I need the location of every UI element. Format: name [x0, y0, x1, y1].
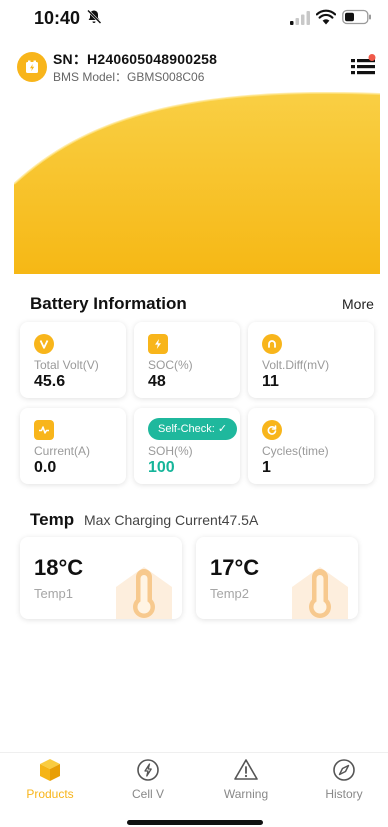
temp-name: Temp1: [34, 586, 74, 601]
card-soc[interactable]: SOC(%) 48: [134, 322, 240, 398]
battery-box-icon: [26, 60, 38, 73]
volt-diff-icon: [262, 334, 282, 354]
lightning-icon: [148, 334, 168, 354]
bms-model: BMS Model：GBMS008C06: [53, 70, 205, 84]
card-value: 0.0: [34, 459, 57, 476]
status-time: 10:40: [34, 8, 81, 28]
status-bar: 10:40: [0, 0, 388, 42]
thermometer-icon: [116, 567, 172, 619]
battery-banner: [14, 92, 380, 274]
battery-status-icon: [342, 9, 371, 25]
card-cycles[interactable]: Cycles(time) 1: [248, 408, 374, 484]
warning-icon: [234, 759, 258, 780]
max-charging-current: Max Charging Current47.5A: [84, 512, 259, 528]
notification-dot: [368, 54, 376, 61]
serial-number: SN：H240605048900258: [53, 51, 218, 67]
card-value: 45.6: [34, 373, 66, 390]
card-volt-diff[interactable]: Volt.Diff(mV) 11: [248, 322, 374, 398]
tab-products[interactable]: Products: [10, 757, 90, 801]
card-value: 1: [262, 459, 271, 476]
tab-warning[interactable]: Warning: [206, 757, 286, 801]
home-indicator: [127, 820, 263, 825]
tab-label: Cell V: [131, 787, 164, 801]
card-total-volt[interactable]: Total Volt(V) 45.6: [20, 322, 126, 398]
card-label: SOC(%): [148, 358, 193, 372]
current-icon: [34, 420, 54, 440]
compass-icon: [333, 759, 355, 781]
thermometer-icon: [292, 567, 348, 619]
tab-cell-v[interactable]: Cell V: [108, 757, 188, 801]
temp-card-2[interactable]: 17°C Temp2: [196, 537, 358, 619]
section-title-temp: Temp: [30, 510, 75, 529]
self-check-badge[interactable]: Self-Check: ✓: [148, 418, 238, 440]
card-soh[interactable]: Self-Check: ✓ SOH(%) 100: [134, 408, 240, 484]
device-logo: [17, 52, 47, 82]
signal-icon: [290, 11, 310, 25]
tab-history[interactable]: History: [304, 757, 384, 801]
volt-icon: [34, 334, 54, 354]
cycle-icon: [262, 420, 282, 440]
menu-icon[interactable]: [350, 54, 376, 78]
tab-bar: Products Cell V Warning History: [0, 752, 388, 827]
more-link[interactable]: More: [342, 296, 374, 312]
cube-icon: [40, 759, 60, 781]
lightning-circle-icon: [137, 759, 159, 781]
card-value: 11: [262, 373, 279, 390]
device-header: SN：H240605048900258 BMS Model：GBMS008C06: [0, 46, 388, 90]
bell-off-icon: [87, 9, 102, 24]
temp-card-1[interactable]: 18°C Temp1: [20, 537, 182, 619]
temp-name: Temp2: [210, 586, 250, 601]
section-title-battery: Battery Information: [30, 294, 187, 313]
card-current[interactable]: Current(A) 0.0: [20, 408, 126, 484]
tab-label: Warning: [223, 787, 269, 801]
card-value: 48: [148, 373, 166, 390]
card-label: Current(A): [34, 444, 91, 458]
card-label: Total Volt(V): [34, 358, 99, 372]
card-label: Volt.Diff(mV): [262, 358, 330, 372]
card-label: SOH(%): [148, 444, 193, 458]
tab-label: History: [325, 787, 363, 801]
temp-value: 18°C: [34, 555, 84, 580]
card-label: Cycles(time): [262, 444, 329, 458]
wifi-icon: [316, 9, 336, 25]
tab-label: Products: [26, 787, 74, 801]
card-value: 100: [148, 459, 175, 476]
temp-value: 17°C: [210, 555, 260, 580]
